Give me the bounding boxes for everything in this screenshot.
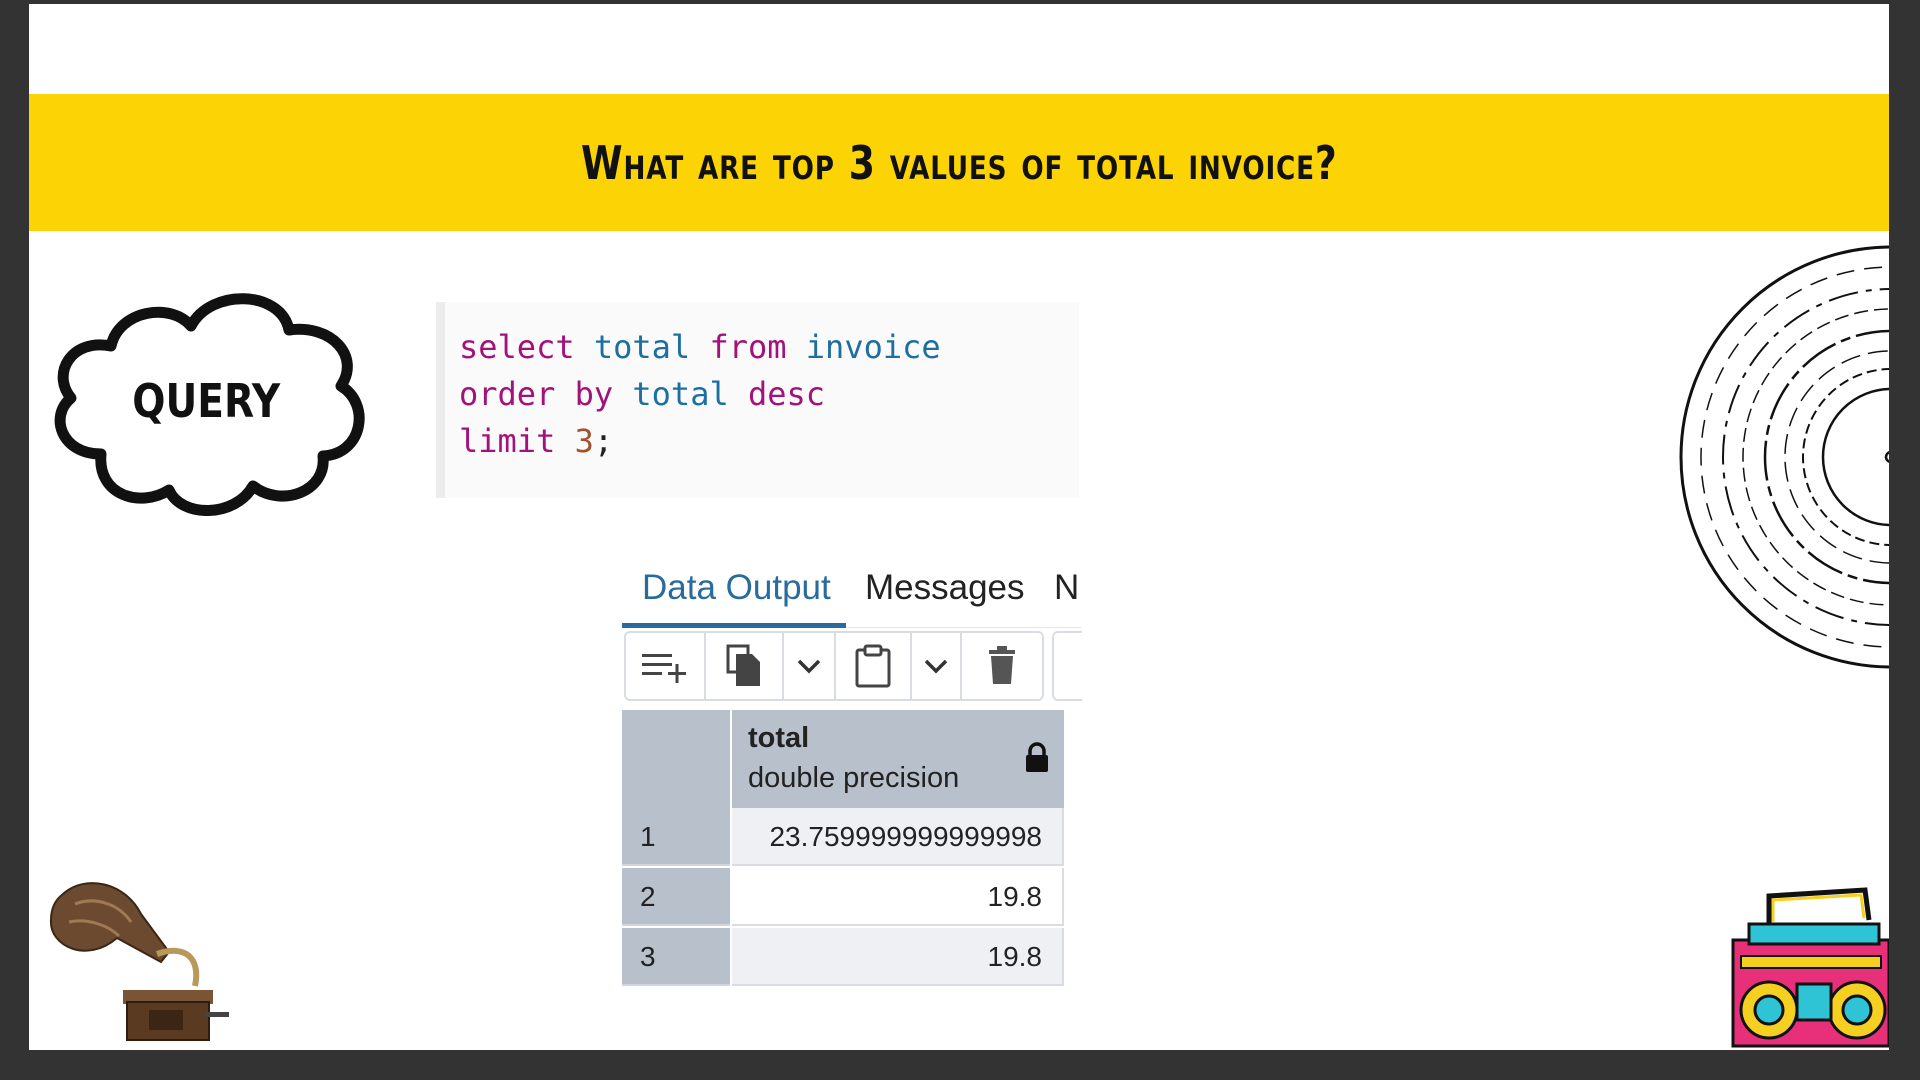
code-token: from [709,328,787,366]
code-token: order [459,375,556,413]
code-token: desc [747,375,826,413]
table-row[interactable]: 3 19.8 [622,928,1066,986]
cell-total[interactable]: 19.8 [732,868,1064,926]
title-banner: What are top 3 values of total invoice? [29,94,1889,231]
paste-button[interactable] [836,633,912,699]
code-token: by [574,375,614,413]
code-token: total [632,375,729,413]
sql-code-block: select total from invoice order by total … [436,302,1079,498]
add-row-icon [642,654,686,683]
table-row[interactable]: 2 19.8 [622,868,1066,926]
active-tab-indicator [622,623,846,628]
code-line: select total from invoice [459,324,1079,371]
column-name: total [748,722,810,754]
boombox-icon [1731,887,1889,1048]
paste-options-button[interactable] [912,633,962,699]
table-row[interactable]: 1 23.759999999999998 [622,808,1066,866]
result-tabs: Data Output Messages N [622,552,1082,628]
grid-toolbar [624,631,1044,701]
delete-icon [989,646,1015,684]
result-panel: Data Output Messages N total double prec… [622,552,1082,1007]
copy-options-button[interactable] [784,633,836,699]
column-header-total[interactable]: total double precision [732,710,1064,808]
paste-icon [855,644,891,688]
code-token: select [459,328,575,366]
lock-icon [1026,742,1048,772]
cloud-label: QUERY [132,374,281,428]
slide-title: What are top 3 values of total invoice? [580,135,1338,190]
copy-icon [726,644,760,686]
gramophone-icon [49,882,229,1041]
row-index: 3 [622,928,730,986]
vinyl-record-icon [1679,245,1889,669]
code-line: order by total desc [459,371,1079,418]
row-index: 2 [622,868,730,926]
code-token: total [593,328,691,366]
delete-button[interactable] [962,633,1042,699]
row-index: 1 [622,808,730,866]
row-index-header [622,710,730,808]
cell-total[interactable]: 23.759999999999998 [732,808,1064,866]
copy-button[interactable] [706,633,784,699]
toolbar-overflow[interactable] [1052,631,1082,701]
add-row-button[interactable] [626,633,706,699]
cell-total[interactable]: 19.8 [732,928,1064,986]
code-token: ; [593,422,614,460]
tab-notifications[interactable]: N [1054,568,1079,608]
tab-data-output[interactable]: Data Output [642,568,831,608]
query-cloud: QUERY [41,286,377,516]
column-type: double precision [748,762,960,794]
chevron-down-icon [797,659,821,674]
code-token: limit [459,422,556,460]
code-line: limit 3; [459,418,1079,465]
code-token: invoice [805,328,941,366]
code-token: 3 [574,422,594,460]
slide: What are top 3 values of total invoice? … [29,4,1889,1050]
tab-messages[interactable]: Messages [865,568,1025,608]
chevron-down-icon [924,659,948,674]
